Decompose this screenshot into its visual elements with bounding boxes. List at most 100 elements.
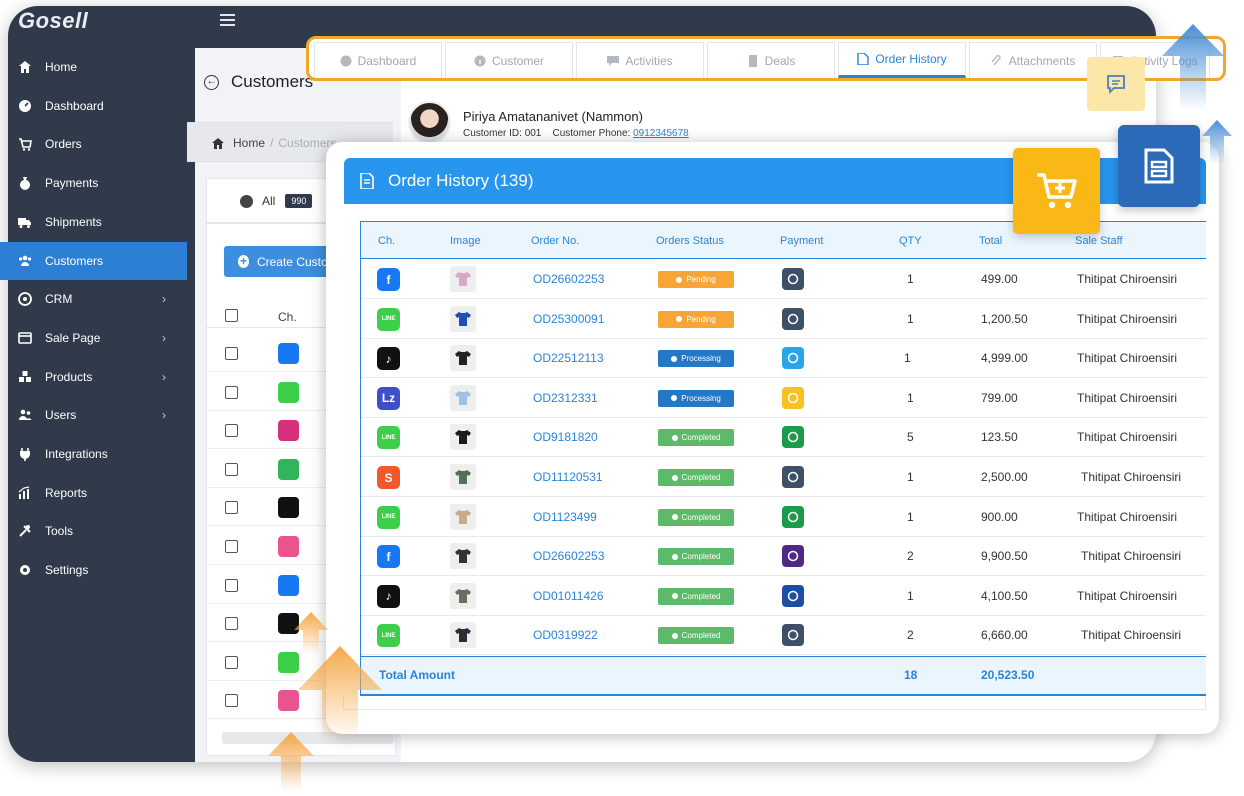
sidebar-item-orders[interactable]: Orders bbox=[0, 125, 187, 163]
arrow-up-icon bbox=[294, 612, 328, 652]
chevron-right-icon: › bbox=[162, 369, 166, 384]
cod-truck-icon bbox=[782, 268, 804, 290]
tab-activities[interactable]: Activities bbox=[576, 42, 704, 78]
tiktok-icon bbox=[278, 497, 299, 519]
comment-icon bbox=[607, 55, 620, 67]
sidebar-item-home[interactable]: Home bbox=[0, 48, 187, 86]
sidebar-item-customers[interactable]: Customers bbox=[0, 241, 187, 280]
order-number-link[interactable]: OD1123499 bbox=[533, 510, 597, 524]
row-checkbox[interactable] bbox=[225, 347, 238, 360]
status-dot-icon bbox=[676, 316, 683, 323]
status-label: Completed bbox=[681, 591, 721, 601]
sidebar-item-products[interactable]: Products › bbox=[0, 358, 187, 396]
sidebar-item-users[interactable]: Users › bbox=[0, 396, 187, 434]
qty-cell: 1 bbox=[907, 272, 914, 286]
total-cell: 799.00 bbox=[981, 390, 1018, 405]
sidebar-item-integrations[interactable]: Integrations bbox=[0, 435, 187, 473]
product-image[interactable] bbox=[450, 582, 476, 609]
user-group-icon bbox=[18, 408, 32, 422]
tiktok-icon: ♪ bbox=[377, 347, 400, 371]
column-header[interactable]: Total bbox=[979, 235, 1002, 247]
create-customer-button[interactable]: + Create Customer bbox=[224, 246, 334, 277]
product-image[interactable] bbox=[450, 424, 476, 451]
customer-phone-link[interactable]: 0912345678 bbox=[633, 128, 689, 139]
hamburger-menu-icon[interactable] bbox=[220, 14, 235, 27]
status-dot-icon bbox=[671, 395, 678, 402]
product-image[interactable] bbox=[450, 345, 476, 372]
tab-dashboard[interactable]: Dashboard bbox=[314, 42, 442, 78]
facebook-icon bbox=[278, 574, 299, 596]
chart-icon bbox=[18, 486, 32, 500]
status-label: Pending bbox=[686, 275, 716, 284]
order-number-link[interactable]: OD9181820 bbox=[533, 430, 598, 444]
arrow-up-icon bbox=[298, 646, 382, 736]
back-arrow-icon[interactable]: ← bbox=[204, 74, 219, 90]
column-header[interactable]: Ch. bbox=[378, 235, 395, 247]
product-image[interactable] bbox=[450, 266, 476, 292]
order-number-link[interactable]: OD26602253 bbox=[533, 549, 604, 563]
sidebar-item-label: Customers bbox=[45, 253, 104, 268]
sidebar-item-crm[interactable]: CRM › bbox=[0, 280, 187, 318]
row-checkbox[interactable] bbox=[225, 424, 238, 438]
product-image[interactable] bbox=[450, 622, 476, 649]
order-number-link[interactable]: OD22512113 bbox=[533, 351, 604, 365]
tab-label: Deals bbox=[764, 53, 796, 68]
row-checkbox[interactable] bbox=[225, 617, 238, 631]
breadcrumb-separator: / bbox=[270, 136, 274, 150]
order-number-link[interactable]: OD2312331 bbox=[533, 391, 598, 405]
sidebar-item-shipments[interactable]: Shipments bbox=[0, 203, 187, 241]
row-checkbox[interactable] bbox=[225, 578, 238, 592]
order-number-link[interactable]: OD25300091 bbox=[533, 312, 604, 326]
tab-customer[interactable]: Customer bbox=[445, 42, 573, 78]
column-header[interactable]: Sale Staff bbox=[1075, 235, 1123, 247]
plus-icon: + bbox=[238, 254, 249, 268]
tab-label: Customer bbox=[491, 53, 544, 68]
column-header[interactable]: Orders Status bbox=[656, 235, 724, 247]
sidebar-item-tools[interactable]: Tools bbox=[0, 512, 187, 550]
tab-all[interactable]: All 990 bbox=[240, 194, 313, 208]
product-image[interactable] bbox=[450, 305, 476, 332]
scb-bank-icon bbox=[782, 545, 804, 568]
sidebar-item-dashboard[interactable]: Dashboard bbox=[0, 87, 187, 125]
row-checkbox[interactable] bbox=[225, 540, 238, 553]
column-header[interactable]: Payment bbox=[780, 235, 823, 247]
breadcrumb-home[interactable]: Home bbox=[233, 136, 265, 150]
column-header[interactable]: Order No. bbox=[531, 235, 579, 247]
add-to-cart-tile bbox=[1013, 148, 1100, 234]
row-checkbox[interactable] bbox=[225, 501, 238, 515]
home-icon bbox=[18, 60, 32, 74]
arrow-up-icon bbox=[268, 732, 314, 790]
column-header[interactable]: Image bbox=[450, 235, 481, 247]
sidebar-item-payments[interactable]: Payments bbox=[0, 164, 187, 202]
boxes-icon bbox=[18, 370, 32, 384]
product-image[interactable] bbox=[450, 464, 476, 490]
tab-attachments[interactable]: Attachments bbox=[969, 42, 1097, 78]
select-all-checkbox[interactable] bbox=[225, 309, 238, 322]
product-image[interactable] bbox=[450, 543, 476, 570]
tab-deals[interactable]: Deals bbox=[707, 42, 835, 78]
sidebar-item-label: Products bbox=[45, 369, 93, 384]
row-checkbox[interactable] bbox=[225, 385, 238, 399]
order-number-link[interactable]: OD11120531 bbox=[533, 470, 603, 484]
globe-icon bbox=[240, 194, 253, 208]
column-header[interactable]: QTY bbox=[899, 235, 922, 247]
order-number-link[interactable]: OD01011426 bbox=[533, 589, 604, 603]
sidebar-item-settings[interactable]: Settings bbox=[0, 551, 187, 589]
order-number-link[interactable]: OD26602253 bbox=[533, 272, 604, 286]
tab-order-history[interactable]: Order History bbox=[838, 42, 966, 78]
sale-staff-cell: Thitipat Chiroensiri bbox=[1077, 272, 1178, 286]
order-number-link[interactable]: OD0319922 bbox=[533, 628, 598, 642]
row-checkbox[interactable] bbox=[225, 694, 238, 708]
line-icon bbox=[278, 381, 299, 403]
row-checkbox[interactable] bbox=[225, 462, 238, 476]
sale-staff-cell: Thitipat Chiroensiri bbox=[1077, 390, 1178, 405]
row-checkbox[interactable] bbox=[225, 655, 238, 669]
sidebar-item-sale-page[interactable]: Sale Page › bbox=[0, 319, 187, 357]
gosell-logo[interactable]: Gosell bbox=[18, 8, 88, 38]
sidebar-item-reports[interactable]: Reports bbox=[0, 474, 187, 512]
sidebar-item-label: Integrations bbox=[45, 447, 108, 461]
info-icon bbox=[474, 55, 486, 67]
product-image[interactable] bbox=[450, 384, 476, 411]
product-image[interactable] bbox=[450, 503, 476, 530]
cod-truck-icon bbox=[782, 466, 804, 488]
